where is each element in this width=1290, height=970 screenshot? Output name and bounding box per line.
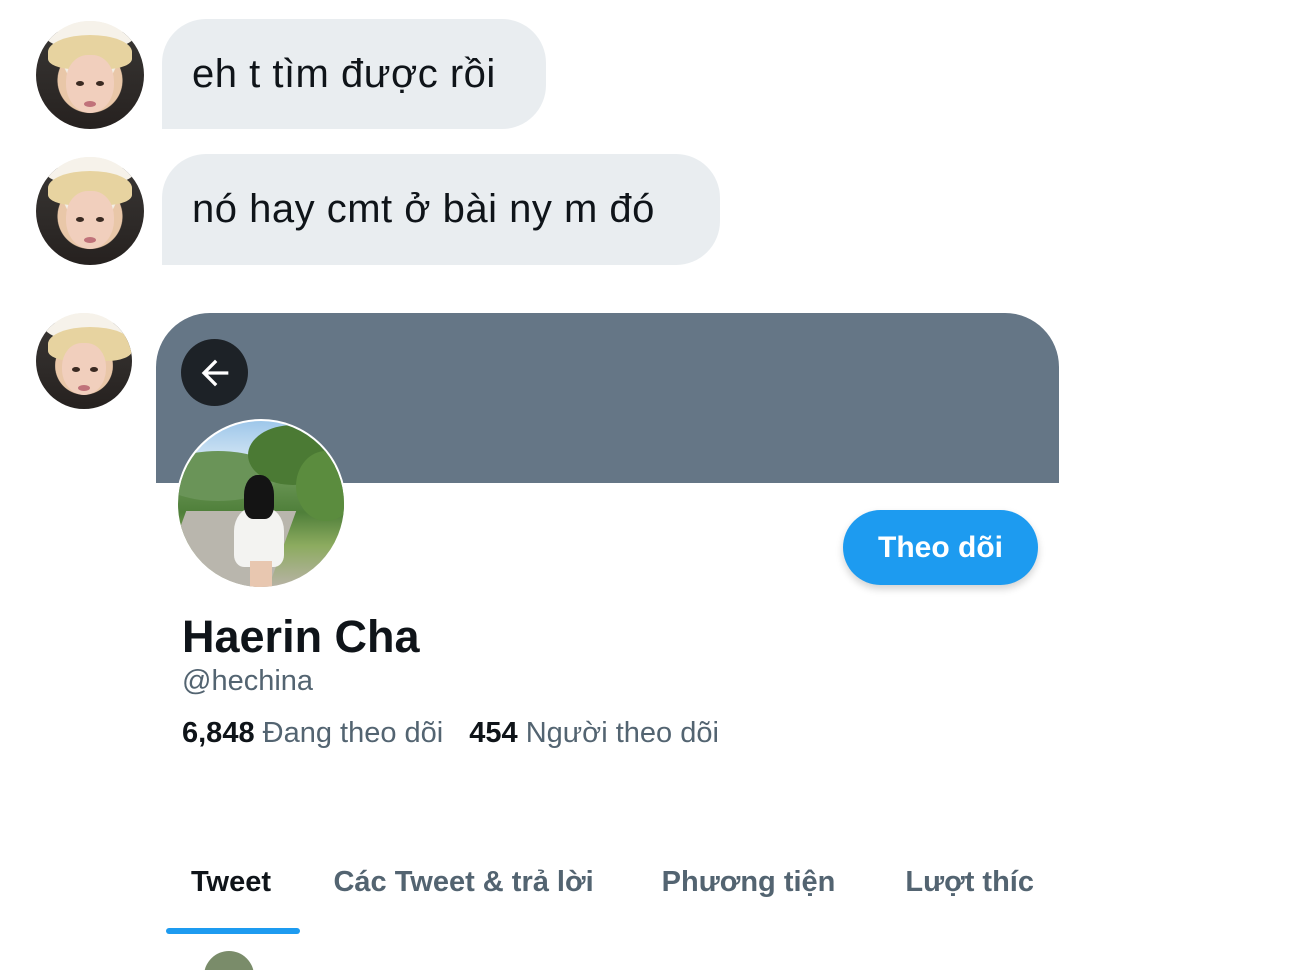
tab-media[interactable]: Phương tiện [662,858,861,938]
followers-label: Người theo dõi [525,717,719,749]
profile-tabs: Tweet Các Tweet & trả lời Phương tiện Lư… [166,858,1059,938]
message-bubble[interactable]: nó hay cmt ở bài ny m đó [162,154,720,265]
sender-avatar[interactable] [36,21,144,129]
back-button[interactable] [181,339,248,406]
message-text: nó hay cmt ở bài ny m đó [192,187,655,231]
tweet-author-avatar[interactable] [204,951,254,970]
followers-stat[interactable]: 454 Người theo dõi [469,717,719,749]
followers-count: 454 [469,717,518,749]
following-label: Đang theo dõi [262,717,444,749]
profile-handle: @hechina [182,665,314,697]
sender-avatar[interactable] [36,313,132,409]
profile-stats: 6,848 Đang theo dõi 454 Người theo dõi [182,717,719,750]
arrow-left-icon [201,359,228,386]
following-stat[interactable]: 6,848 Đang theo dõi [182,717,443,749]
profile-display-name: Haerin Cha [182,611,420,662]
shared-profile-card[interactable]: Theo dõi Haerin Cha @hechina 6,848 Đang … [156,313,1059,970]
tab-likes[interactable]: Lượt thíc [905,858,1059,938]
message-text: eh t tìm được rồi [192,51,496,96]
profile-avatar[interactable] [176,419,346,589]
tab-tweets-and-replies[interactable]: Các Tweet & trả lời [333,858,618,938]
following-count: 6,848 [182,717,255,749]
follow-button[interactable]: Theo dõi [843,510,1038,585]
tab-tweet[interactable]: Tweet [166,858,301,938]
sender-avatar[interactable] [36,157,144,265]
dm-conversation: eh t tìm được rồi nó hay cmt ở bài ny m … [0,0,1290,970]
message-bubble[interactable]: eh t tìm được rồi [162,19,546,129]
